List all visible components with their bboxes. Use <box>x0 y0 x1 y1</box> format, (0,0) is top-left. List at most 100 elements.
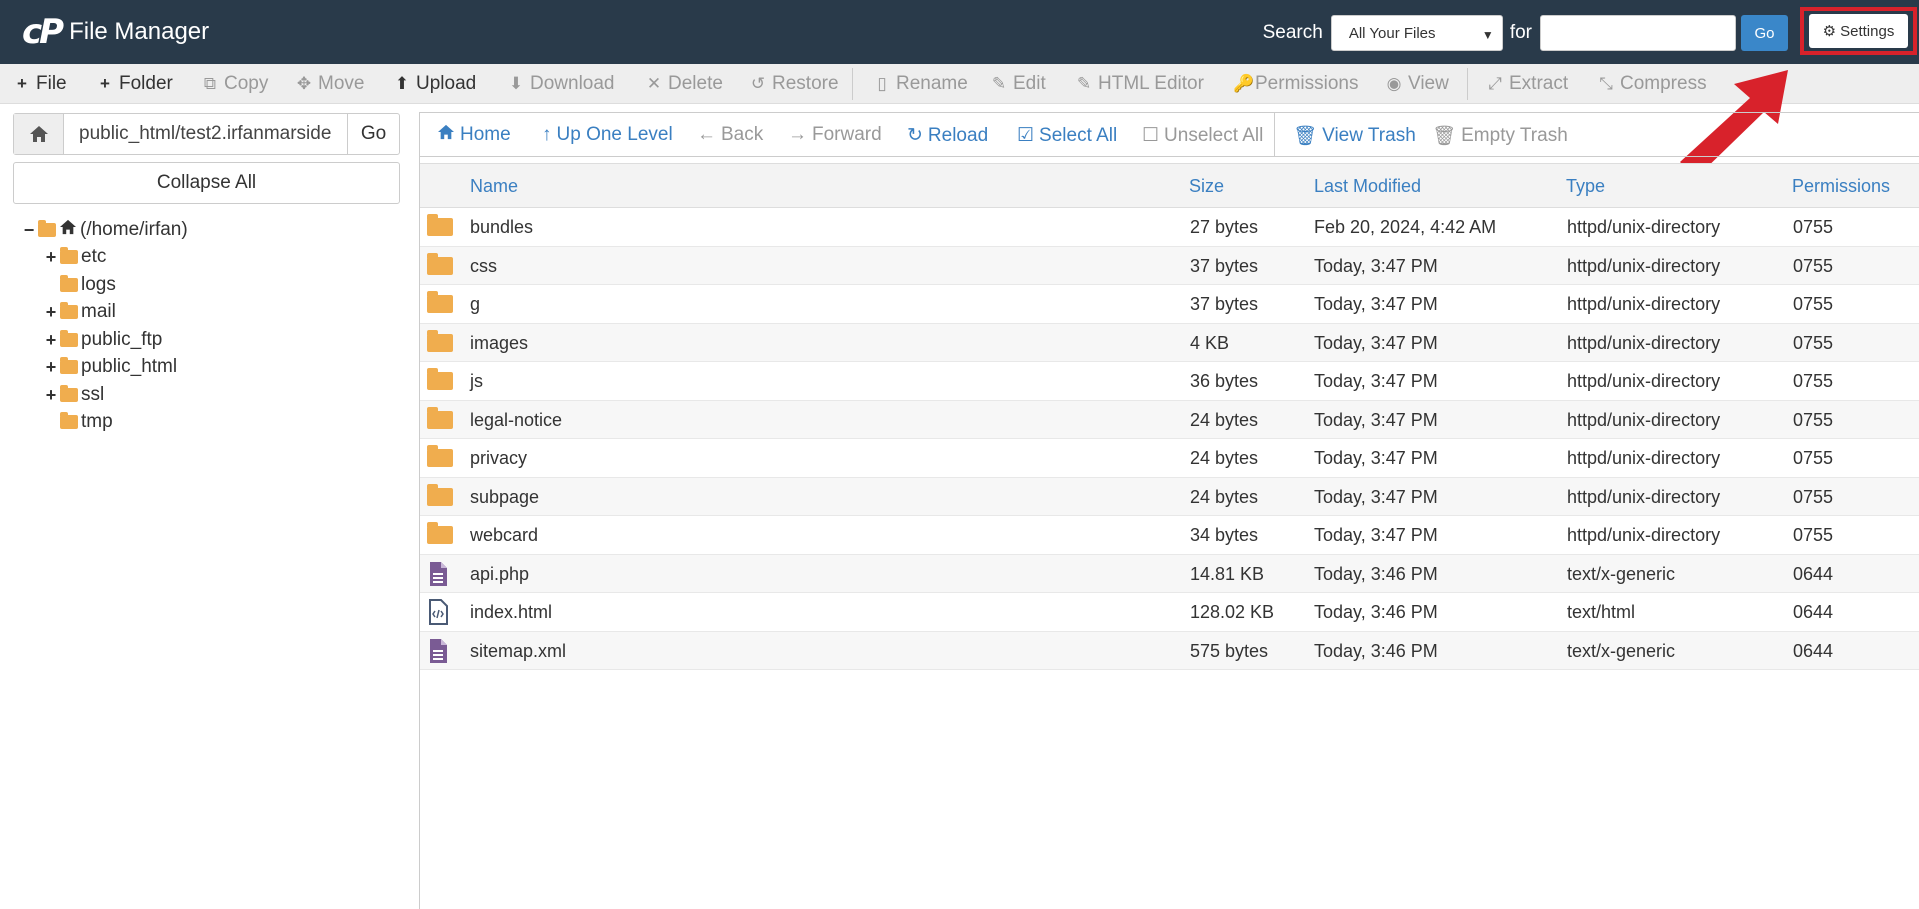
up-one-level-button[interactable]: ↑ Up One Level <box>542 124 673 146</box>
toolbar-divider <box>1467 68 1468 100</box>
table-row[interactable]: subpage 24 bytes Today, 3:47 PM httpd/unix-… <box>420 477 1919 516</box>
home-icon[interactable] <box>14 114 64 154</box>
back-button[interactable]: ← Back <box>697 124 763 146</box>
empty-trash-button[interactable]: 🗑 Empty Trash <box>1432 124 1568 148</box>
plus-icon[interactable]: + <box>44 330 58 351</box>
plus-icon[interactable]: + <box>44 302 58 323</box>
table-row[interactable]: images 4 KB Today, 3:47 PM httpd/unix-direc… <box>420 323 1919 362</box>
tree-item-public-html[interactable]: + public_html <box>44 354 177 380</box>
file-size: 36 bytes <box>1190 371 1259 391</box>
download-label: Download <box>530 73 615 94</box>
search-label: Search <box>1262 22 1323 43</box>
search-go-button[interactable]: Go <box>1741 15 1788 51</box>
table-row[interactable]: api.php 14.81 KB Today, 3:46 PM text/x-gene… <box>420 554 1919 593</box>
column-permissions[interactable]: Permissions <box>1792 176 1890 197</box>
table-row[interactable]: legal-notice 24 bytes Today, 3:47 PM httpd/… <box>420 400 1919 439</box>
column-last-modified[interactable]: Last Modified <box>1314 176 1421 197</box>
table-row[interactable]: bundles 27 bytes Feb 20, 2024, 4:42 AM http… <box>420 208 1919 247</box>
file-type: httpd/unix-directory <box>1567 525 1721 545</box>
copy-button[interactable]: ⧉ Copy <box>202 73 268 95</box>
home-icon <box>437 124 455 146</box>
view-button[interactable]: ◉ View <box>1386 73 1449 95</box>
file-size: 24 bytes <box>1190 486 1259 507</box>
column-name[interactable]: Name <box>470 176 518 197</box>
restore-button[interactable]: ↺ Restore <box>750 73 839 95</box>
table-row[interactable]: js 36 bytes Today, 3:47 PM httpd/unix-direc… <box>420 362 1919 401</box>
undo-icon: ↺ <box>750 74 766 93</box>
upload-button[interactable]: ⬆ Upload <box>394 73 476 95</box>
plus-icon[interactable]: + <box>44 385 58 406</box>
delete-button[interactable]: ✕ Delete <box>646 73 723 95</box>
file-name[interactable]: webcard <box>470 525 538 546</box>
tree-item-logs[interactable]: logs <box>44 272 116 298</box>
table-row[interactable]: privacy 24 bytes Today, 3:47 PM httpd/unix-… <box>420 439 1919 478</box>
path-go-button[interactable]: Go <box>347 114 399 154</box>
plus-icon[interactable]: + <box>44 247 58 268</box>
unselect-all-label: Unselect All <box>1164 124 1264 146</box>
nav-home-label: Home <box>460 124 511 145</box>
file-name[interactable]: privacy <box>470 448 527 469</box>
plus-icon[interactable]: + <box>44 357 58 378</box>
restore-label: Restore <box>772 73 839 94</box>
file-name[interactable]: images <box>470 333 528 354</box>
new-file-button[interactable]: + File <box>14 73 67 95</box>
file-name[interactable]: g <box>470 294 480 315</box>
file-name[interactable]: api.php <box>470 564 529 585</box>
table-row[interactable]: g 37 bytes Today, 3:47 PM httpd/unix-direct… <box>420 285 1919 324</box>
permissions-button[interactable]: 🔑 Permissions <box>1233 73 1358 95</box>
file-name[interactable]: subpage <box>470 487 539 508</box>
new-file-label: File <box>36 73 67 94</box>
text-file-icon <box>430 638 447 663</box>
new-folder-button[interactable]: + Folder <box>97 73 173 95</box>
table-row[interactable]: index.html 128.02 KB Today, 3:46 PM text/ht… <box>420 593 1919 632</box>
tree-item-ssl[interactable]: + ssl <box>44 382 105 408</box>
reload-button[interactable]: ↻ Reload <box>907 124 988 147</box>
nav-home-button[interactable]: Home <box>437 124 511 146</box>
file-name[interactable]: bundles <box>470 217 533 238</box>
eye-icon: ◉ <box>1386 74 1402 93</box>
select-all-button[interactable]: ☑ Select All <box>1017 124 1117 147</box>
search-scope-select[interactable]: All Your Files ▼ <box>1330 15 1503 51</box>
table-row[interactable]: css 37 bytes Today, 3:47 PM httpd/unix-dire… <box>420 246 1919 285</box>
file-name[interactable]: legal-notice <box>470 410 562 431</box>
file-size: 128.02 KB <box>1190 602 1275 622</box>
tree-item-etc[interactable]: + etc <box>44 244 107 270</box>
file-name[interactable]: sitemap.xml <box>470 641 566 662</box>
search-input[interactable] <box>1540 15 1736 51</box>
tree-item-tmp[interactable]: tmp <box>44 409 113 435</box>
rename-button[interactable]: ▯ Rename <box>874 73 968 95</box>
file-name[interactable]: css <box>470 256 497 277</box>
file-type: httpd/unix-directory <box>1567 448 1721 468</box>
edit-button[interactable]: ✎ Edit <box>991 73 1046 95</box>
tree-item-mail[interactable]: + mail <box>44 299 116 325</box>
file-type: text/html <box>1567 602 1636 622</box>
empty-trash-label: Empty Trash <box>1461 125 1568 146</box>
collapse-all-button[interactable]: Collapse All <box>13 162 400 204</box>
path-input[interactable]: public_html/test2.irfanmarside <box>64 114 347 154</box>
table-row[interactable]: sitemap.xml 575 bytes Today, 3:46 PM text/x… <box>420 631 1919 670</box>
copy-icon: ⧉ <box>203 74 217 93</box>
html-editor-button[interactable]: ✎ HTML Editor <box>1076 73 1204 95</box>
move-button[interactable]: ✥ Move <box>296 73 365 95</box>
forward-button[interactable]: → Forward <box>788 124 882 146</box>
file-permissions: 0755 <box>1793 294 1834 314</box>
download-button[interactable]: ⬇ Download <box>508 73 615 95</box>
cpanel-logo[interactable]: cP File Manager <box>22 12 209 52</box>
upload-label: Upload <box>416 73 477 94</box>
html-editor-label: HTML Editor <box>1098 73 1204 94</box>
table-row[interactable]: webcard 34 bytes Today, 3:47 PM httpd/unix-… <box>420 516 1919 555</box>
minus-icon[interactable]: − <box>22 220 36 241</box>
column-size[interactable]: Size <box>1189 176 1224 197</box>
view-trash-button[interactable]: 🗑 View Trash <box>1293 124 1416 148</box>
file-size: 34 bytes <box>1190 525 1259 545</box>
settings-button[interactable]: ⚙ Settings <box>1809 14 1908 48</box>
view-trash-label: View Trash <box>1322 125 1416 146</box>
unselect-all-button[interactable]: ☐ Unselect All <box>1142 124 1263 147</box>
file-name[interactable]: index.html <box>470 602 552 623</box>
extract-button[interactable]: ⤢ Extract <box>1487 73 1568 95</box>
file-name[interactable]: js <box>470 371 483 392</box>
column-type[interactable]: Type <box>1566 176 1605 197</box>
file-table-header: Name Size Last Modified Type Permissions <box>420 163 1919 208</box>
tree-root[interactable]: − (/home/irfan) <box>22 217 188 243</box>
tree-item-public-ftp[interactable]: + public_ftp <box>44 327 163 353</box>
